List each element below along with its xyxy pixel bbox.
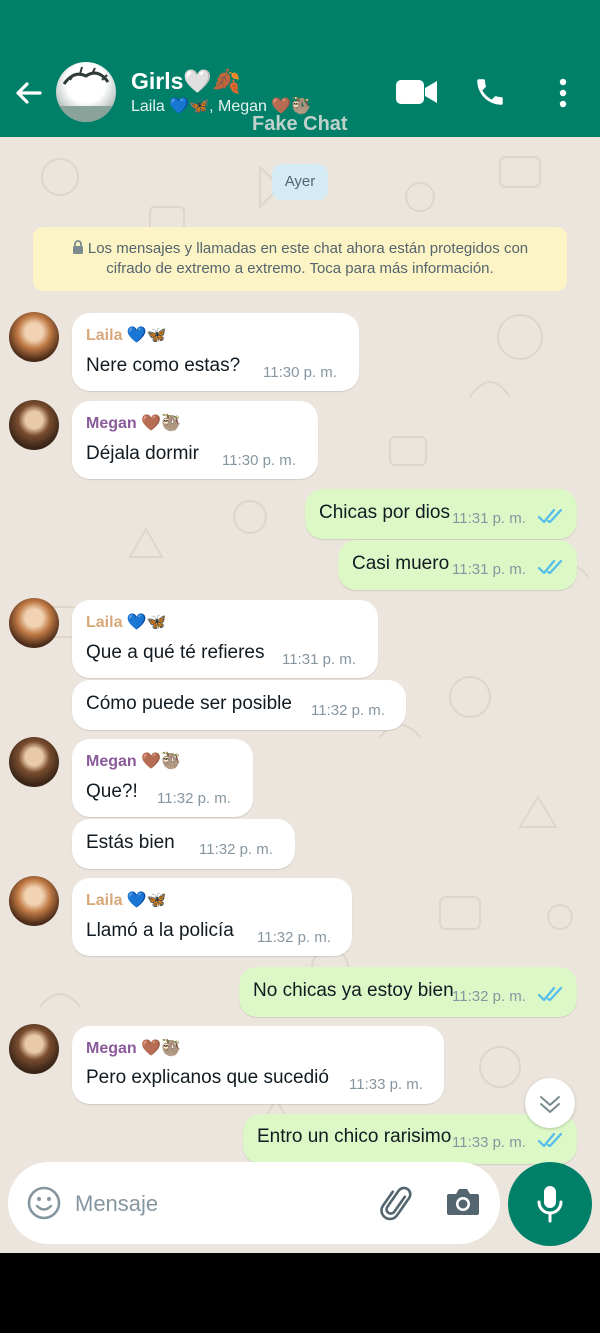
message-text: Que a qué té refieres	[86, 642, 265, 663]
message-text: Estás bien	[86, 832, 175, 853]
video-call-icon[interactable]	[396, 79, 438, 105]
sender-name: Laila 💙🦋	[86, 327, 167, 344]
chat-header: Girls🤍🍂 Laila 💙🦋, Megan 🤎🦥 Fake Chat	[0, 0, 600, 137]
voice-call-icon[interactable]	[473, 75, 507, 109]
avatar-laila[interactable]	[9, 312, 59, 362]
message-composer	[8, 1162, 500, 1244]
message-time: 11:31 p. m.	[452, 510, 526, 527]
avatar-laila[interactable]	[9, 598, 59, 648]
message-time: 11:30 p. m.	[222, 452, 296, 469]
scroll-to-bottom-button[interactable]	[525, 1078, 575, 1128]
date-chip: Ayer	[272, 164, 328, 200]
message-time: 11:33 p. m.	[452, 1134, 526, 1151]
message-time: 11:32 p. m.	[199, 841, 273, 858]
message-bubble-incoming[interactable]: Laila 💙🦋 Que a qué té refieres 11:31 p. …	[72, 600, 378, 678]
chat-title[interactable]: Girls🤍🍂	[131, 68, 241, 95]
read-ticks-icon	[537, 559, 563, 575]
sender-name: Megan 🤎🦥	[86, 753, 181, 770]
avatar-megan[interactable]	[9, 400, 59, 450]
message-bubble-outgoing[interactable]: Casi muero 11:31 p. m.	[338, 540, 577, 590]
attach-icon[interactable]	[378, 1184, 418, 1224]
chat-screen: Girls🤍🍂 Laila 💙🦋, Megan 🤎🦥 Fake Chat Aye…	[0, 0, 600, 1253]
mic-icon	[537, 1186, 563, 1223]
encryption-notice-text: Los mensajes y llamadas en este chat aho…	[87, 240, 529, 277]
message-text: Entro un chico rarisimo	[257, 1126, 452, 1147]
lock-icon	[72, 240, 83, 254]
sender-name: Megan 🤎🦥	[86, 415, 181, 432]
read-ticks-icon	[537, 1132, 563, 1148]
message-time: 11:30 p. m.	[263, 364, 337, 381]
message-text: Que?!	[86, 781, 138, 802]
message-bubble-outgoing[interactable]: Chicas por dios 11:31 p. m.	[305, 489, 577, 539]
message-text: No chicas ya estoy bien	[253, 980, 454, 1001]
message-input[interactable]	[73, 1186, 367, 1222]
message-text: Nere como estas?	[86, 355, 241, 376]
message-time: 11:33 p. m.	[349, 1076, 423, 1093]
message-bubble-incoming[interactable]: Estás bien 11:32 p. m.	[72, 819, 295, 869]
message-time: 11:31 p. m.	[282, 651, 356, 668]
message-text: Pero explicanos que sucedió	[86, 1067, 329, 1088]
group-avatar[interactable]	[56, 62, 116, 122]
message-bubble-incoming[interactable]: Megan 🤎🦥 Que?! 11:32 p. m.	[72, 739, 253, 817]
sender-name: Megan 🤎🦥	[86, 1040, 181, 1057]
read-ticks-icon	[537, 986, 563, 1002]
message-bubble-incoming[interactable]: Laila 💙🦋 Nere como estas? 11:30 p. m.	[72, 313, 359, 391]
avatar-laila[interactable]	[9, 876, 59, 926]
system-nav-bar	[0, 1253, 600, 1333]
emoji-icon[interactable]	[27, 1186, 61, 1220]
avatar-megan[interactable]	[9, 1024, 59, 1074]
more-options-icon[interactable]	[557, 78, 569, 108]
message-time: 11:31 p. m.	[452, 561, 526, 578]
sender-name: Laila 💙🦋	[86, 892, 167, 909]
double-chevron-down-icon	[540, 1096, 560, 1113]
message-time: 11:32 p. m.	[311, 702, 385, 719]
message-time: 11:32 p. m.	[257, 929, 331, 946]
message-text: Déjala dormir	[86, 443, 199, 464]
message-bubble-incoming[interactable]: Megan 🤎🦥 Pero explicanos que sucedió 11:…	[72, 1026, 444, 1104]
message-bubble-incoming[interactable]: Laila 💙🦋 Llamó a la policía 11:32 p. m.	[72, 878, 352, 956]
message-time: 11:32 p. m.	[157, 790, 231, 807]
message-text: Cómo puede ser posible	[86, 693, 292, 714]
back-arrow-icon[interactable]	[12, 76, 46, 110]
watermark: Fake Chat	[252, 113, 348, 135]
message-bubble-incoming[interactable]: Cómo puede ser posible 11:32 p. m.	[72, 680, 406, 730]
message-bubble-incoming[interactable]: Megan 🤎🦥 Déjala dormir 11:30 p. m.	[72, 401, 318, 479]
message-text: Llamó a la policía	[86, 920, 234, 941]
message-text: Chicas por dios	[319, 502, 450, 523]
mic-button[interactable]	[508, 1162, 592, 1246]
avatar-megan[interactable]	[9, 737, 59, 787]
read-ticks-icon	[537, 508, 563, 524]
sender-name: Laila 💙🦋	[86, 614, 167, 631]
message-text: Casi muero	[352, 553, 450, 574]
message-time: 11:32 p. m.	[452, 988, 526, 1005]
message-bubble-outgoing[interactable]: No chicas ya estoy bien 11:32 p. m.	[239, 967, 577, 1017]
encryption-notice[interactable]: Los mensajes y llamadas en este chat aho…	[33, 227, 567, 291]
camera-icon[interactable]	[445, 1187, 481, 1217]
